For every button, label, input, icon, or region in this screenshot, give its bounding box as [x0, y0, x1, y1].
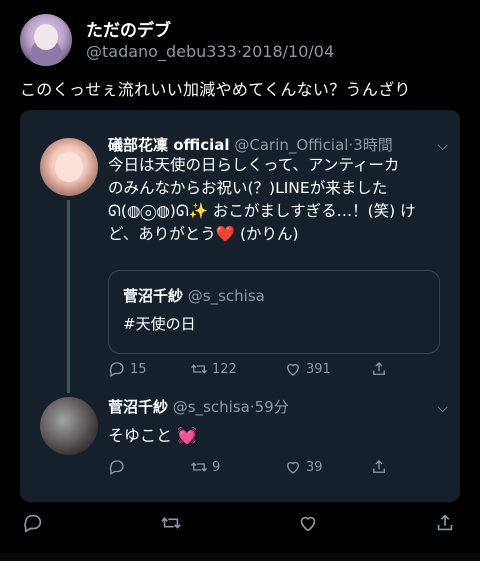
author-name[interactable]: ただのデブ [86, 16, 171, 41]
author-handle-date: @tadano_debu333·2018/10/04 [86, 42, 334, 61]
reply-author-name[interactable]: 菅沼千紗 [108, 398, 168, 416]
share-button[interactable] [434, 512, 456, 534]
red-heart-icon: ❤️ [215, 225, 236, 243]
retweet-icon [191, 364, 207, 374]
embedded-author-handle: @s_schisa [187, 287, 265, 305]
quoted-text-part: ど、ありがとう [108, 225, 216, 243]
reply-button[interactable] [108, 458, 130, 476]
quoted-avatar[interactable] [40, 138, 98, 196]
author-handle[interactable]: @tadano_debu333 [86, 42, 237, 61]
share-button[interactable] [370, 458, 388, 476]
reply-author-handle[interactable]: @s_schisa [173, 398, 250, 416]
reply-time[interactable]: 59分 [255, 398, 289, 416]
quoted-author-handle[interactable]: @Carin_Official [234, 136, 348, 154]
share-icon [437, 514, 453, 531]
quoted-text-line: ど、ありがとう❤️ (かりん) [108, 223, 453, 246]
share-icon [373, 460, 385, 473]
retweet-button[interactable]: 9 [190, 458, 220, 476]
reply-count: 15 [130, 361, 147, 377]
retweet-button[interactable]: 122 [190, 360, 237, 378]
reply-icon [109, 460, 124, 475]
retweet-button[interactable] [160, 512, 182, 534]
retweet-icon [191, 462, 207, 472]
like-count: 391 [306, 361, 331, 377]
chevron-down-icon[interactable]: ⌵ [437, 400, 448, 416]
reply-actions: 9 39 [108, 458, 428, 480]
retweet-icon [161, 517, 181, 529]
embedded-text[interactable]: #天使の日 [123, 313, 196, 334]
retweet-count: 9 [212, 459, 221, 475]
quoted-header: 礒部花凜 official @Carin_Official·3時間 [108, 134, 393, 155]
reply-icon [24, 514, 42, 533]
tweet-text: このくっせぇ流れいい加減やめてくんない？うんざり [20, 80, 411, 99]
tweet-actions [0, 512, 480, 540]
quoted-text-part: (かりん) [235, 225, 299, 243]
share-button[interactable] [370, 360, 388, 378]
retweet-count: 122 [212, 361, 237, 377]
quoted-author-name[interactable]: 礒部花凜 official [108, 136, 230, 154]
quoted-thread-card[interactable]: 礒部花凜 official @Carin_Official·3時間 ⌵ 今日は天… [20, 110, 460, 502]
reply-header: 菅沼千紗 @s_schisa·59分 [108, 396, 289, 417]
quoted-text-line: のみんなからお祝い(？)LINEが来ました [108, 179, 388, 197]
chevron-down-icon[interactable]: ⌵ [437, 138, 448, 154]
heart-icon [287, 461, 299, 474]
tweet-date[interactable]: 2018/10/04 [242, 42, 334, 61]
heart-icon [300, 516, 316, 532]
share-icon [373, 362, 385, 375]
embedded-author-name: 菅沼千紗 [123, 287, 184, 305]
quoted-time[interactable]: 3時間 [353, 136, 393, 154]
heart-icon [287, 363, 299, 376]
like-count: 39 [306, 459, 323, 475]
like-button[interactable] [297, 512, 319, 534]
like-button[interactable]: 39 [284, 458, 323, 476]
embedded-header: 菅沼千紗 @s_schisa [123, 285, 265, 306]
reply-text: そゆこと 💓 [108, 422, 197, 446]
thread-line [67, 200, 70, 393]
pink-heart-icon: 💓 [177, 426, 198, 445]
quoted-text-line: ᘏ(◍ⓞ◍)ᘏ✨ おこがましすぎる…！(笑) け [108, 202, 416, 220]
embedded-tweet-card[interactable]: 菅沼千紗 @s_schisa #天使の日 [108, 270, 440, 354]
like-button[interactable]: 391 [284, 360, 331, 378]
quoted-text: 今日は天使の日らしくって、アンティーカ のみんなからお祝い(？)LINEが来まし… [108, 154, 453, 246]
avatar[interactable] [20, 14, 72, 66]
reply-button[interactable] [22, 512, 44, 534]
reply-icon [109, 362, 124, 377]
quoted-actions: 15 122 391 [108, 360, 428, 382]
reply-avatar[interactable] [40, 397, 98, 455]
reply-text-part: そゆこと [108, 426, 173, 445]
reply-button[interactable]: 15 [108, 360, 147, 378]
bottom-strip [0, 553, 480, 561]
quoted-text-line: 今日は天使の日らしくって、アンティーカ [108, 156, 400, 174]
